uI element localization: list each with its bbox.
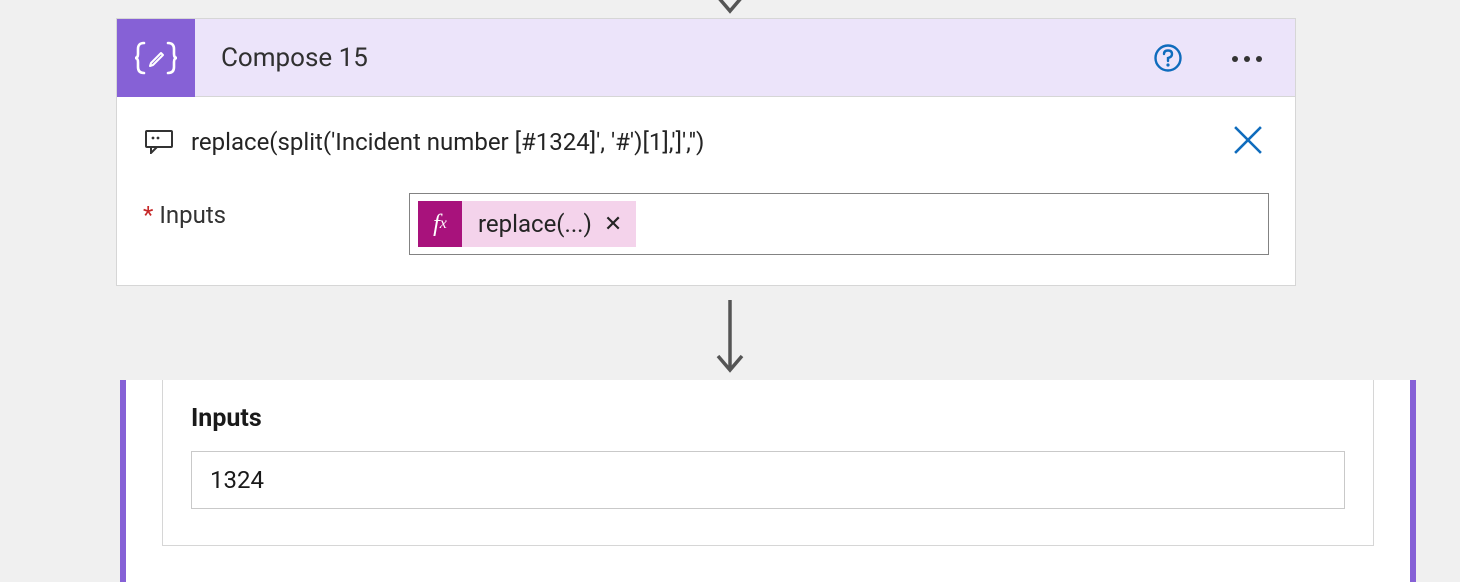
comment-text: replace(split('Incident number [#1324]',… bbox=[191, 128, 1211, 156]
required-asterisk: * bbox=[143, 201, 153, 229]
expression-token[interactable]: fx replace(...) ✕ bbox=[418, 201, 636, 247]
action-header[interactable]: Compose 15 bbox=[117, 19, 1295, 97]
output-inner: Inputs 1324 bbox=[162, 380, 1374, 546]
inputs-field[interactable]: fx replace(...) ✕ bbox=[409, 193, 1269, 255]
comment-icon bbox=[143, 130, 175, 154]
help-icon[interactable] bbox=[1153, 43, 1183, 73]
compose-icon bbox=[117, 19, 195, 97]
output-section-title: Inputs bbox=[191, 404, 1345, 433]
flow-arrow-in bbox=[716, 0, 744, 17]
compose-action-card: Compose 15 bbox=[116, 18, 1296, 286]
more-menu-icon[interactable] bbox=[1223, 38, 1271, 77]
token-label: replace(...) bbox=[462, 210, 604, 238]
remove-token-icon[interactable]: ✕ bbox=[604, 212, 636, 237]
inputs-label: *Inputs bbox=[143, 193, 409, 229]
action-body: replace(split('Incident number [#1324]',… bbox=[117, 97, 1295, 285]
action-title: Compose 15 bbox=[195, 43, 1153, 73]
close-comment-icon[interactable] bbox=[1227, 119, 1269, 165]
flow-arrow-connector bbox=[710, 300, 750, 384]
fx-icon: fx bbox=[418, 201, 462, 247]
output-value: 1324 bbox=[191, 451, 1345, 509]
comment-row: replace(split('Incident number [#1324]',… bbox=[143, 119, 1269, 165]
output-card: Inputs 1324 bbox=[120, 380, 1416, 582]
inputs-row: *Inputs fx replace(...) ✕ bbox=[143, 193, 1269, 255]
